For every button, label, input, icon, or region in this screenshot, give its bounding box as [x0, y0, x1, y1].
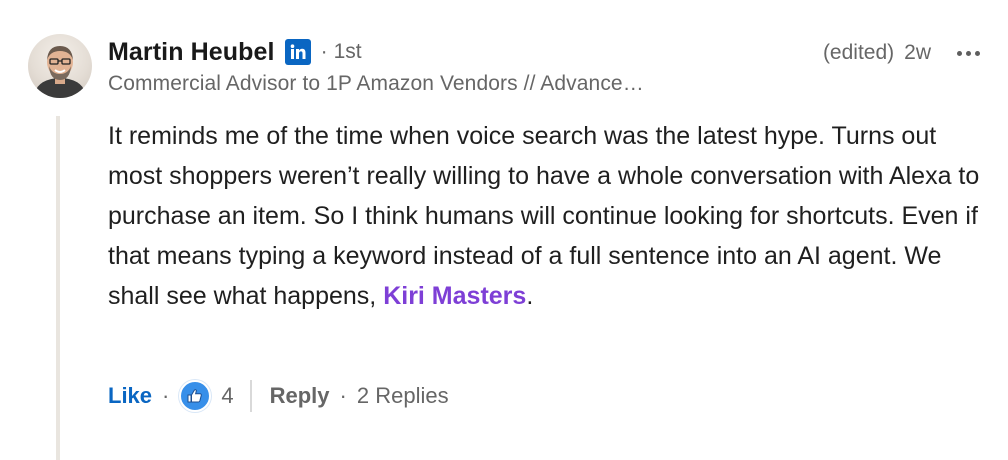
thread-line — [56, 116, 60, 460]
avatar[interactable] — [28, 34, 92, 98]
action-divider — [249, 380, 252, 412]
comment-header: Martin Heubel · 1st Commercial Advisor to… — [108, 34, 980, 104]
author-headline[interactable]: Commercial Advisor to 1P Amazon Vendors … — [108, 72, 644, 96]
comment-text: It reminds me of the time when voice sea… — [108, 116, 988, 316]
connection-degree: · 1st — [320, 40, 362, 63]
like-button[interactable]: Like — [108, 383, 152, 409]
reply-button[interactable]: Reply — [270, 383, 330, 409]
thumbs-up-icon[interactable] — [179, 380, 212, 412]
comment-body-text: It reminds me of the time when voice sea… — [108, 122, 980, 310]
ellipsis-dot — [975, 50, 980, 56]
separator-dot: · — [162, 383, 170, 408]
timestamp: 2w — [904, 41, 931, 64]
mention-link[interactable]: Kiri Masters — [383, 282, 526, 310]
ellipsis-dot — [957, 50, 962, 56]
separator-dot: · — [339, 383, 347, 408]
comment-actions: Like · 4 Reply · 2 Replies — [108, 376, 449, 416]
degree-label: 1st — [333, 40, 362, 63]
replies-link[interactable]: 2 Replies — [357, 383, 449, 409]
author-name[interactable]: Martin Heubel — [108, 38, 275, 67]
comment-meta: (edited) 2w — [823, 36, 980, 70]
comment-body-trailing: . — [526, 282, 534, 310]
linkedin-icon — [284, 39, 311, 65]
ellipsis-dot — [966, 50, 971, 56]
author-row: Martin Heubel · 1st — [108, 34, 362, 70]
reaction-count[interactable]: 4 — [221, 383, 233, 409]
edited-label: (edited) — [822, 41, 895, 64]
avatar-photo — [36, 46, 84, 98]
more-options-button[interactable] — [957, 50, 980, 56]
